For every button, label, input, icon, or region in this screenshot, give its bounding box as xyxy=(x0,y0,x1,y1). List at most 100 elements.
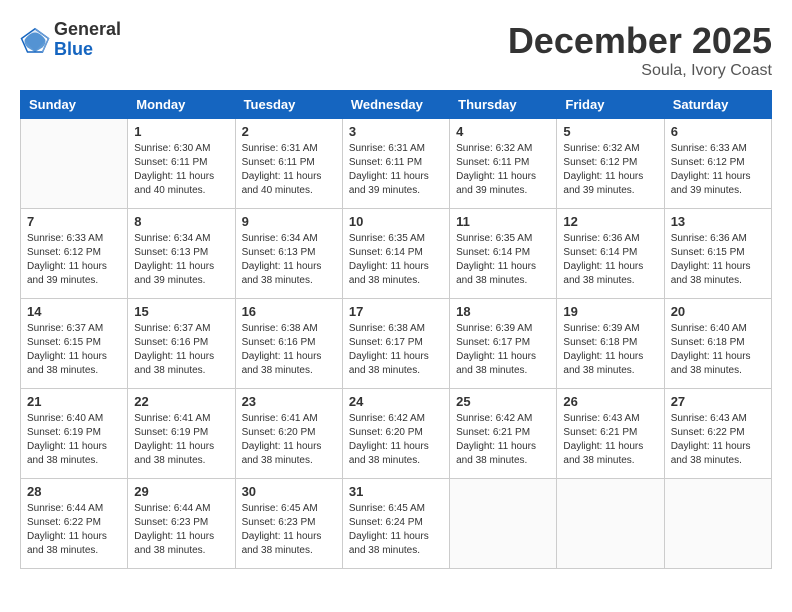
day-number: 29 xyxy=(134,484,228,499)
calendar-cell: 15 Sunrise: 6:37 AMSunset: 6:16 PMDayligh… xyxy=(128,299,235,389)
calendar-cell: 3 Sunrise: 6:31 AMSunset: 6:11 PMDaylight… xyxy=(342,119,449,209)
calendar-cell: 12Sunrise: 6:36 AMSunset: 6:14 PMDayligh… xyxy=(557,209,664,299)
day-number: 8 xyxy=(134,214,228,229)
day-number: 14 xyxy=(27,304,121,319)
weekday-header-monday: Monday xyxy=(128,91,235,119)
cell-info: Sunrise: 6:39 AMSunset: 6:18 PMDaylight:… xyxy=(563,322,657,378)
day-number: 18 xyxy=(456,304,550,319)
calendar-week-4: 21Sunrise: 6:40 AMSunset: 6:19 PMDayligh… xyxy=(21,389,772,479)
calendar-week-1: 1Sunrise: 6:30 AMSunset: 6:11 PMDaylight… xyxy=(21,119,772,209)
day-number: 5 xyxy=(563,124,657,139)
weekday-header-wednesday: Wednesday xyxy=(342,91,449,119)
day-number: 4 xyxy=(456,124,550,139)
day-number: 30 xyxy=(242,484,336,499)
calendar-cell: 5Sunrise: 6:32 AMSunset: 6:12 PMDaylight… xyxy=(557,119,664,209)
cell-info: Sunrise: 6:38 AMSunset: 6:17 PMDaylight:… xyxy=(349,322,443,378)
logo-text: General Blue xyxy=(54,20,121,60)
cell-info: Sunrise: 6:34 AMSunset: 6:13 PMDaylight:… xyxy=(134,232,228,288)
cell-info: Sunrise: 6:31 AMSunset: 6:11 PMDaylight:… xyxy=(242,142,336,198)
day-number: 6 xyxy=(671,124,765,139)
day-number: 7 xyxy=(27,214,121,229)
cell-info: Sunrise: 6:45 AMSunset: 6:24 PMDaylight:… xyxy=(349,502,443,558)
weekday-header-row: SundayMondayTuesdayWednesdayThursdayFrid… xyxy=(21,91,772,119)
day-number: 28 xyxy=(27,484,121,499)
weekday-header-tuesday: Tuesday xyxy=(235,91,342,119)
calendar-table: SundayMondayTuesdayWednesdayThursdayFrid… xyxy=(20,90,772,569)
weekday-header-thursday: Thursday xyxy=(450,91,557,119)
calendar-cell: 11Sunrise: 6:35 AMSunset: 6:14 PMDayligh… xyxy=(450,209,557,299)
calendar-cell: 14 Sunrise: 6:37 AMSunset: 6:15 PMDayligh… xyxy=(21,299,128,389)
day-number: 13 xyxy=(671,214,765,229)
day-number: 26 xyxy=(563,394,657,409)
calendar-cell xyxy=(557,479,664,569)
day-number: 10 xyxy=(349,214,443,229)
calendar-cell: 2 Sunrise: 6:31 AMSunset: 6:11 PMDaylight… xyxy=(235,119,342,209)
cell-info: Sunrise: 6:44 AMSunset: 6:22 PMDaylight:… xyxy=(27,502,121,558)
calendar-cell: 21Sunrise: 6:40 AMSunset: 6:19 PMDayligh… xyxy=(21,389,128,479)
cell-info: Sunrise: 6:32 AMSunset: 6:11 PMDaylight:… xyxy=(456,142,550,198)
cell-info: Sunrise: 6:35 AMSunset: 6:14 PMDaylight:… xyxy=(349,232,443,288)
calendar-cell: 20 Sunrise: 6:40 AMSunset: 6:18 PMDayligh… xyxy=(664,299,771,389)
calendar-week-3: 14 Sunrise: 6:37 AMSunset: 6:15 PMDayligh… xyxy=(21,299,772,389)
calendar-cell: 9 Sunrise: 6:34 AMSunset: 6:13 PMDaylight… xyxy=(235,209,342,299)
day-number: 3 xyxy=(349,124,443,139)
weekday-header-sunday: Sunday xyxy=(21,91,128,119)
calendar-cell: 23Sunrise: 6:41 AMSunset: 6:20 PMDayligh… xyxy=(235,389,342,479)
cell-info: Sunrise: 6:36 AMSunset: 6:14 PMDaylight:… xyxy=(563,232,657,288)
cell-info: Sunrise: 6:34 AMSunset: 6:13 PMDaylight:… xyxy=(242,232,336,288)
calendar-cell: 17 Sunrise: 6:38 AMSunset: 6:17 PMDayligh… xyxy=(342,299,449,389)
calendar-cell xyxy=(664,479,771,569)
day-number: 11 xyxy=(456,214,550,229)
day-number: 16 xyxy=(242,304,336,319)
cell-info: Sunrise: 6:40 AMSunset: 6:18 PMDaylight:… xyxy=(671,322,765,378)
cell-info: Sunrise: 6:41 AMSunset: 6:19 PMDaylight:… xyxy=(134,412,228,468)
page-header: General Blue December 2025 Soula, Ivory … xyxy=(20,20,772,80)
cell-info: Sunrise: 6:37 AMSunset: 6:16 PMDaylight:… xyxy=(134,322,228,378)
calendar-week-5: 28 Sunrise: 6:44 AMSunset: 6:22 PMDayligh… xyxy=(21,479,772,569)
cell-info: Sunrise: 6:43 AMSunset: 6:22 PMDaylight:… xyxy=(671,412,765,468)
cell-info: Sunrise: 6:37 AMSunset: 6:15 PMDaylight:… xyxy=(27,322,121,378)
day-number: 23 xyxy=(242,394,336,409)
calendar-cell xyxy=(450,479,557,569)
calendar-week-2: 7 Sunrise: 6:33 AMSunset: 6:12 PMDaylight… xyxy=(21,209,772,299)
day-number: 24 xyxy=(349,394,443,409)
day-number: 2 xyxy=(242,124,336,139)
cell-info: Sunrise: 6:40 AMSunset: 6:19 PMDaylight:… xyxy=(27,412,121,468)
calendar-cell: 29 Sunrise: 6:44 AMSunset: 6:23 PMDayligh… xyxy=(128,479,235,569)
calendar-cell: 28 Sunrise: 6:44 AMSunset: 6:22 PMDayligh… xyxy=(21,479,128,569)
cell-info: Sunrise: 6:44 AMSunset: 6:23 PMDaylight:… xyxy=(134,502,228,558)
logo-blue: Blue xyxy=(54,40,121,60)
day-number: 17 xyxy=(349,304,443,319)
calendar-cell: 24Sunrise: 6:42 AMSunset: 6:20 PMDayligh… xyxy=(342,389,449,479)
calendar-cell: 10 Sunrise: 6:35 AMSunset: 6:14 PMDayligh… xyxy=(342,209,449,299)
weekday-header-friday: Friday xyxy=(557,91,664,119)
calendar-cell: 22 Sunrise: 6:41 AMSunset: 6:19 PMDayligh… xyxy=(128,389,235,479)
day-number: 20 xyxy=(671,304,765,319)
calendar-cell: 8 Sunrise: 6:34 AMSunset: 6:13 PMDaylight… xyxy=(128,209,235,299)
cell-info: Sunrise: 6:31 AMSunset: 6:11 PMDaylight:… xyxy=(349,142,443,198)
month-title: December 2025 xyxy=(508,20,772,62)
calendar-cell: 16Sunrise: 6:38 AMSunset: 6:16 PMDayligh… xyxy=(235,299,342,389)
calendar-cell: 25Sunrise: 6:42 AMSunset: 6:21 PMDayligh… xyxy=(450,389,557,479)
cell-info: Sunrise: 6:33 AMSunset: 6:12 PMDaylight:… xyxy=(671,142,765,198)
calendar-cell: 4 Sunrise: 6:32 AMSunset: 6:11 PMDaylight… xyxy=(450,119,557,209)
day-number: 15 xyxy=(134,304,228,319)
cell-info: Sunrise: 6:33 AMSunset: 6:12 PMDaylight:… xyxy=(27,232,121,288)
day-number: 31 xyxy=(349,484,443,499)
calendar-cell: 7 Sunrise: 6:33 AMSunset: 6:12 PMDaylight… xyxy=(21,209,128,299)
cell-info: Sunrise: 6:30 AMSunset: 6:11 PMDaylight:… xyxy=(134,142,228,198)
day-number: 25 xyxy=(456,394,550,409)
calendar-cell: 26 Sunrise: 6:43 AMSunset: 6:21 PMDayligh… xyxy=(557,389,664,479)
title-section: December 2025 Soula, Ivory Coast xyxy=(508,20,772,80)
logo-general: General xyxy=(54,20,121,40)
calendar-cell: 18Sunrise: 6:39 AMSunset: 6:17 PMDayligh… xyxy=(450,299,557,389)
calendar-cell xyxy=(21,119,128,209)
day-number: 27 xyxy=(671,394,765,409)
calendar-cell: 19Sunrise: 6:39 AMSunset: 6:18 PMDayligh… xyxy=(557,299,664,389)
calendar-cell: 27 Sunrise: 6:43 AMSunset: 6:22 PMDayligh… xyxy=(664,389,771,479)
day-number: 9 xyxy=(242,214,336,229)
day-number: 22 xyxy=(134,394,228,409)
cell-info: Sunrise: 6:43 AMSunset: 6:21 PMDaylight:… xyxy=(563,412,657,468)
calendar-cell: 30Sunrise: 6:45 AMSunset: 6:23 PMDayligh… xyxy=(235,479,342,569)
calendar-cell: 13Sunrise: 6:36 AMSunset: 6:15 PMDayligh… xyxy=(664,209,771,299)
